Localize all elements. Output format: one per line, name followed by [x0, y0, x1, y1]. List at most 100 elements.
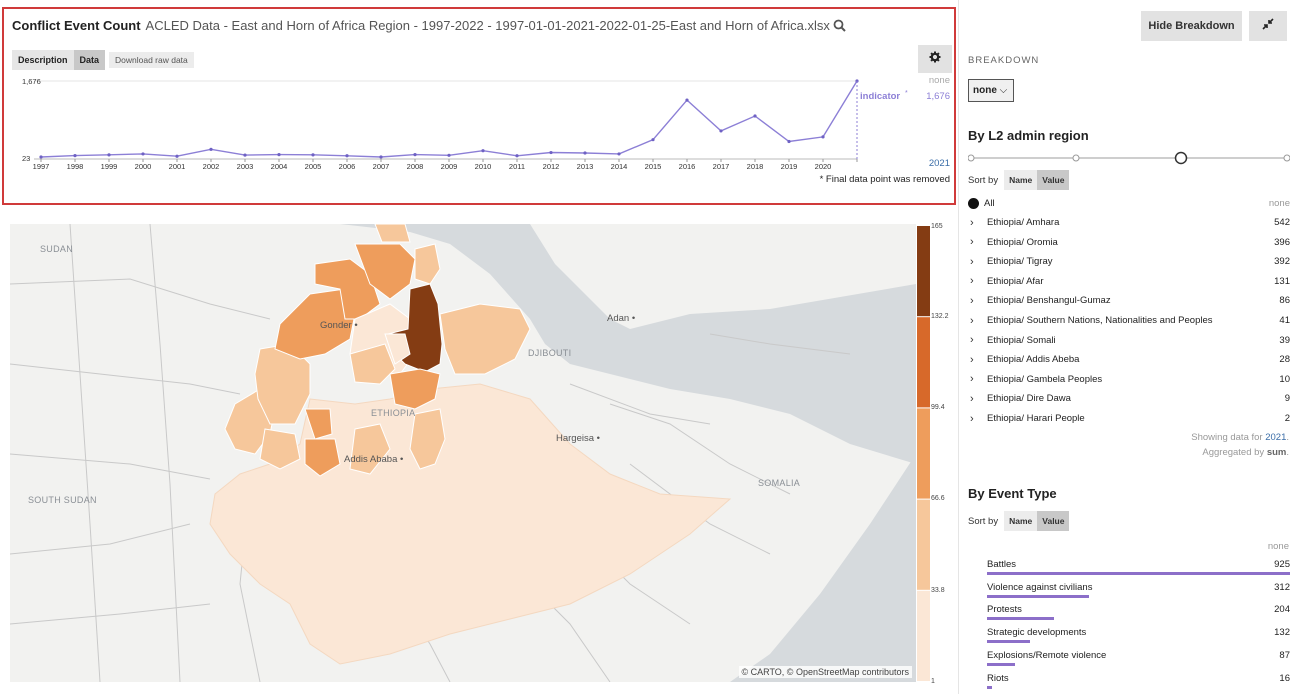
- data-point[interactable]: [311, 153, 315, 157]
- indicator-chart-panel: Conflict Event Count ACLED Data - East an…: [2, 7, 956, 205]
- event-type-value: 204: [1274, 604, 1290, 616]
- event-type-row[interactable]: Battles 925: [987, 559, 1290, 581]
- region-name: Ethiopia/ Afar: [987, 275, 1044, 287]
- map-attribution[interactable]: © CARTO, © OpenStreetMap contributors: [738, 666, 912, 678]
- data-point[interactable]: [651, 138, 655, 142]
- sort-name-button[interactable]: Name: [1004, 170, 1038, 190]
- data-point[interactable]: [39, 155, 43, 159]
- data-point[interactable]: [617, 152, 621, 156]
- region-row[interactable]: › Ethiopia/ Somali 39: [970, 331, 1290, 350]
- region-row[interactable]: › Ethiopia/ Southern Nations, Nationaliti…: [970, 311, 1290, 330]
- region-tigray-east[interactable]: [414, 243, 441, 285]
- event-type-bar: [987, 640, 1031, 644]
- x-tick-label: 2006: [339, 162, 356, 171]
- sort-value-button[interactable]: Value: [1037, 170, 1070, 190]
- x-tick-label: 2003: [237, 162, 254, 171]
- event-type-row[interactable]: Protests 204: [987, 604, 1290, 626]
- l2-region-title: By L2 admin region: [968, 128, 1089, 143]
- event-type-bar: [987, 662, 1016, 666]
- chevron-right-icon[interactable]: ›: [970, 354, 982, 366]
- all-none-label: none: [1268, 198, 1290, 209]
- city-addis-ababa: Addis Ababa •: [344, 454, 404, 465]
- data-point[interactable]: [277, 153, 281, 157]
- legend-tick-33: 33.8: [931, 587, 945, 594]
- x-tick-label: 2001: [169, 162, 186, 171]
- all-regions-row[interactable]: All none: [968, 198, 1290, 209]
- data-point[interactable]: [379, 155, 383, 159]
- event-type-name: Protests: [987, 604, 1022, 616]
- city-gonder: Gonder •: [320, 320, 358, 331]
- region-value: 41: [1279, 315, 1290, 326]
- region-sudan-border[interactable]: [374, 224, 411, 243]
- region-row[interactable]: › Ethiopia/ Gambela Peoples 10: [970, 370, 1290, 389]
- chevron-right-icon[interactable]: ›: [970, 413, 982, 425]
- right-year-label: 2021: [929, 158, 950, 169]
- chevron-right-icon[interactable]: ›: [970, 295, 982, 307]
- data-point[interactable]: [515, 154, 519, 158]
- data-point[interactable]: [583, 151, 587, 155]
- event-type-name: Battles: [987, 559, 1017, 570]
- event-type-name: Strategic developments: [987, 627, 1087, 639]
- region-row[interactable]: › Ethiopia/ Addis Abeba 28: [970, 350, 1290, 369]
- map-label-sudan: SUDAN: [40, 244, 74, 254]
- data-point[interactable]: [447, 153, 451, 157]
- data-point[interactable]: [753, 114, 757, 118]
- hide-breakdown-button[interactable]: Hide Breakdown: [1141, 11, 1242, 41]
- x-tick-label: 1999: [101, 162, 118, 171]
- region-row[interactable]: › Ethiopia/ Harari People 2: [970, 409, 1290, 428]
- event-type-row[interactable]: Riots 16: [987, 673, 1290, 694]
- data-point[interactable]: [175, 154, 179, 158]
- event-type-bar: [987, 617, 1054, 621]
- chevron-right-icon[interactable]: ›: [970, 393, 982, 405]
- right-value-label: 1,676: [926, 91, 950, 102]
- region-row[interactable]: › Ethiopia/ Benshangul-Gumaz 86: [970, 291, 1290, 310]
- data-point[interactable]: [549, 150, 553, 155]
- x-tick-label: 2008: [407, 162, 424, 171]
- sort-name-button[interactable]: Name: [1004, 511, 1038, 531]
- region-row[interactable]: › Ethiopia/ Afar 131: [970, 272, 1290, 291]
- chevron-right-icon[interactable]: ›: [970, 217, 982, 229]
- chevron-right-icon[interactable]: ›: [970, 373, 982, 385]
- region-row[interactable]: › Ethiopia/ Tigray 392: [970, 252, 1290, 271]
- region-row[interactable]: › Ethiopia/ Amhara 542: [970, 213, 1290, 232]
- region-row[interactable]: › Ethiopia/ Dire Dawa 9: [970, 389, 1290, 408]
- data-point[interactable]: [719, 129, 723, 133]
- chevron-right-icon[interactable]: ›: [970, 236, 982, 248]
- region-afar[interactable]: [439, 303, 531, 375]
- choropleth-map[interactable]: SUDAN SOUTH SUDAN DJIBOUTI ETHIOPIA SOMA…: [10, 224, 916, 682]
- chevron-right-icon[interactable]: ›: [970, 315, 982, 327]
- region-row[interactable]: › Ethiopia/ Oromia 396: [970, 233, 1290, 252]
- chevron-right-icon[interactable]: ›: [970, 275, 982, 287]
- map-label-ethiopia: ETHIOPIA: [371, 408, 416, 418]
- chevron-right-icon[interactable]: ›: [970, 334, 982, 346]
- x-tick-label: 2009: [441, 162, 458, 171]
- x-tick-label: 2011: [509, 162, 525, 171]
- data-point[interactable]: [821, 135, 825, 139]
- event-type-row[interactable]: Strategic developments 132: [987, 627, 1290, 649]
- city-adan: Adan •: [607, 313, 636, 324]
- data-point[interactable]: [107, 153, 111, 157]
- breakdown-select[interactable]: none ⌵: [968, 79, 1014, 102]
- map-canvas[interactable]: [10, 224, 916, 682]
- event-type-bar: [987, 572, 1290, 575]
- chevron-right-icon[interactable]: ›: [970, 256, 982, 268]
- data-point[interactable]: [141, 152, 145, 156]
- data-point[interactable]: [209, 147, 213, 151]
- sort-value-button[interactable]: Value: [1037, 511, 1070, 531]
- data-point[interactable]: [413, 153, 417, 157]
- event-type-row[interactable]: Explosions/Remote violence 87: [987, 650, 1290, 672]
- year-slider[interactable]: [968, 148, 1290, 168]
- indian-ocean: [730, 454, 916, 682]
- x-tick-label: 1998: [67, 162, 84, 171]
- data-point[interactable]: [787, 139, 791, 144]
- data-point[interactable]: [685, 98, 689, 102]
- data-point[interactable]: [73, 154, 77, 158]
- event-type-row[interactable]: Violence against civilians 312: [987, 582, 1290, 604]
- data-point[interactable]: [481, 149, 485, 153]
- collapse-button[interactable]: [1249, 11, 1287, 41]
- region-somali[interactable]: [209, 383, 732, 665]
- x-tick-label: 2013: [577, 162, 594, 171]
- line-chart: 1,676 231997 1998 1999 2000 2001 2002 2003 2004 2…: [22, 75, 950, 185]
- data-point[interactable]: [345, 154, 349, 158]
- data-point[interactable]: [243, 153, 247, 157]
